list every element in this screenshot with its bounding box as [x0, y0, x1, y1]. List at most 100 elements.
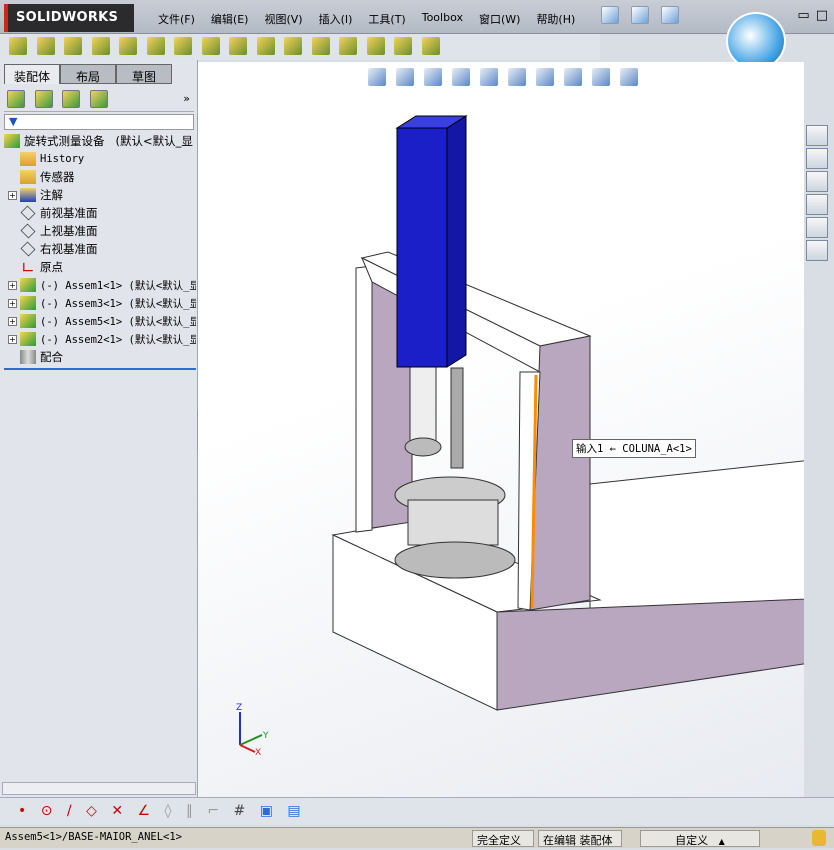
- maximize-icon[interactable]: □: [816, 8, 828, 23]
- insert-component-icon[interactable]: [9, 37, 27, 55]
- tree-item[interactable]: 传感器: [0, 168, 196, 186]
- file-explorer-icon[interactable]: [806, 171, 828, 192]
- property-manager-icon[interactable]: [34, 90, 53, 108]
- assembly-icon: [4, 134, 20, 148]
- interference-detection-icon[interactable]: [366, 37, 385, 55]
- expand-icon[interactable]: +: [8, 280, 17, 290]
- tree-item[interactable]: + (-) Assem1<1> (默认<默认_显: [0, 276, 196, 294]
- tree-item[interactable]: + (-) Assem5<1> (默认<默认_显: [0, 312, 196, 330]
- move-component-icon[interactable]: [146, 37, 165, 55]
- menu-insert[interactable]: 插入(I): [311, 11, 361, 27]
- edit-appearance-icon[interactable]: [564, 68, 582, 86]
- exploded-view-icon[interactable]: [311, 37, 330, 55]
- tree-item[interactable]: 原点: [0, 258, 196, 276]
- sketch-toolbar: • ⊙ / ◇ ✕ ∠ ◊ ∥ ⌐ # ▣ ▤: [0, 797, 834, 825]
- solidworks-resources-icon[interactable]: [806, 125, 828, 146]
- apply-scene-icon[interactable]: [592, 68, 610, 86]
- assembly-icon: [20, 296, 36, 310]
- open-folder-icon[interactable]: [631, 6, 649, 24]
- tab-layout[interactable]: 布局: [60, 64, 116, 84]
- expand-icon[interactable]: +: [8, 190, 17, 200]
- new-document-icon[interactable]: [601, 6, 619, 24]
- feature-manager-icon[interactable]: [7, 90, 25, 108]
- menu-file[interactable]: 文件(F): [150, 11, 203, 27]
- tree-root[interactable]: 旋转式测量设备 (默认<默认_显: [0, 132, 196, 150]
- device-knob: [404, 437, 442, 457]
- model-view: Z Y X: [236, 115, 831, 758]
- expand-icon[interactable]: +: [8, 316, 17, 326]
- parallel-icon[interactable]: ∥: [186, 803, 193, 819]
- tree-item[interactable]: 前视基准面: [0, 204, 196, 222]
- units-selector[interactable]: 自定义 ▲: [640, 830, 760, 847]
- expand-icon[interactable]: +: [8, 298, 17, 308]
- menu-edit[interactable]: 编辑(E): [203, 11, 257, 27]
- custom-properties-icon[interactable]: [806, 240, 828, 261]
- tree-item[interactable]: 上视基准面: [0, 222, 196, 240]
- display-style-icon[interactable]: [508, 68, 526, 86]
- section-view-icon[interactable]: [452, 68, 470, 86]
- new-motion-study-icon[interactable]: [256, 37, 275, 55]
- coincident-icon[interactable]: ◊: [165, 803, 172, 819]
- configuration-manager-icon[interactable]: [62, 90, 80, 108]
- tree-item[interactable]: 配合: [0, 348, 196, 366]
- appearances-icon[interactable]: [806, 217, 828, 238]
- tree-item[interactable]: + 注解: [0, 186, 196, 204]
- tab-sketch[interactable]: 草图: [116, 64, 172, 84]
- bill-of-materials-icon[interactable]: [284, 37, 302, 55]
- window-layout-icon[interactable]: ▤: [287, 803, 300, 819]
- menu-view[interactable]: 视图(V): [256, 11, 310, 27]
- tree-item[interactable]: + (-) Assem3<1> (默认<默认_显: [0, 294, 196, 312]
- view-orientation-icon[interactable]: [480, 68, 498, 86]
- show-hidden-icon[interactable]: [174, 37, 192, 55]
- grid-icon[interactable]: #: [234, 803, 246, 819]
- rebuild-icon[interactable]: [812, 830, 826, 846]
- tree-item-label: 配合: [40, 350, 63, 364]
- status-path: Assem5<1>/BASE-MAIOR_ANEL<1>: [5, 831, 183, 843]
- shaded-view-icon[interactable]: ▣: [260, 803, 273, 819]
- tab-assembly[interactable]: 装配体: [4, 64, 60, 84]
- explode-line-icon[interactable]: [339, 37, 357, 55]
- expand-icon[interactable]: +: [8, 334, 17, 344]
- previous-view-icon[interactable]: [424, 68, 442, 86]
- tree-item[interactable]: 右视基准面: [0, 240, 196, 258]
- zoom-to-area-icon[interactable]: [396, 68, 414, 86]
- zoom-to-fit-icon[interactable]: [368, 68, 386, 86]
- tangent-icon[interactable]: ∠: [138, 803, 151, 819]
- tree-root-config: (默认<默认_显: [115, 134, 193, 148]
- graphics-area[interactable]: Z Y X: [198, 62, 831, 797]
- linear-pattern-icon[interactable]: [91, 37, 110, 55]
- menu-window[interactable]: 窗口(W): [471, 11, 528, 27]
- menu-tools[interactable]: 工具(T): [360, 11, 413, 27]
- view-palette-icon[interactable]: [806, 194, 828, 215]
- instant3d-icon[interactable]: [421, 37, 440, 55]
- hide-show-items-icon[interactable]: [536, 68, 554, 86]
- status-editing: 在编辑 装配体: [538, 830, 622, 847]
- tree-item[interactable]: History: [0, 150, 196, 168]
- mate-icon[interactable]: [64, 37, 82, 55]
- tree-item-label: (-) Assem3<1> (默认<默认_显: [40, 297, 196, 310]
- reference-geometry-icon[interactable]: [229, 37, 247, 55]
- save-icon[interactable]: [661, 6, 679, 24]
- horizontal-scrollbar[interactable]: [2, 782, 196, 795]
- intersection-icon[interactable]: ✕: [111, 803, 123, 819]
- new-part-icon[interactable]: [36, 37, 55, 55]
- menu-help[interactable]: 帮助(H): [528, 11, 583, 27]
- display-manager-icon[interactable]: [89, 90, 108, 108]
- midpoint-icon[interactable]: ◇: [86, 803, 97, 819]
- circle-icon[interactable]: ⊙: [41, 803, 53, 819]
- expand-chevron-icon[interactable]: »: [183, 92, 190, 105]
- line-icon[interactable]: /: [67, 803, 72, 819]
- view-settings-icon[interactable]: [620, 68, 638, 86]
- menu-toolbox[interactable]: Toolbox: [414, 11, 471, 27]
- tree-rollback-bar[interactable]: [4, 368, 196, 370]
- smart-fasteners-icon[interactable]: [119, 37, 137, 55]
- tree-filter[interactable]: ▼: [4, 114, 194, 130]
- design-library-icon[interactable]: [806, 148, 828, 169]
- minimize-icon[interactable]: ▭: [797, 8, 809, 23]
- tree-item-label: 传感器: [40, 170, 75, 184]
- clearance-icon[interactable]: [394, 37, 412, 55]
- tree-item[interactable]: + (-) Assem2<1> (默认<默认_显: [0, 330, 196, 348]
- assembly-features-icon[interactable]: [201, 37, 220, 55]
- perpendicular-icon[interactable]: ⌐: [207, 803, 219, 819]
- point-icon[interactable]: •: [18, 803, 26, 819]
